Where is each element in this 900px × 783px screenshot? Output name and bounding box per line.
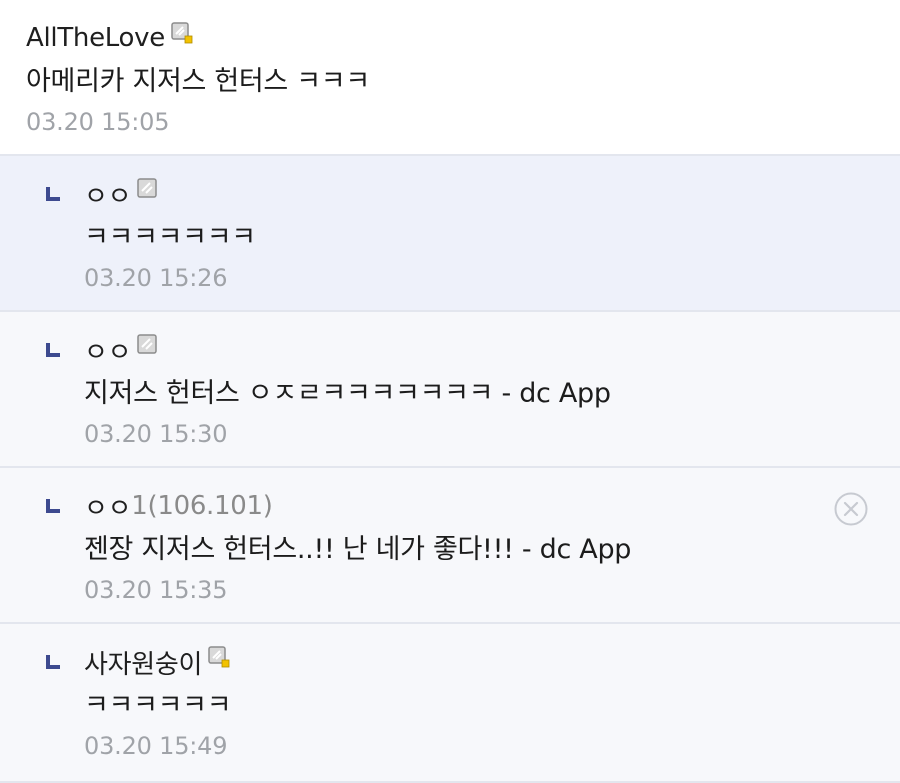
comment-author[interactable]: ㅇㅇ (84, 488, 132, 525)
comment-author-row: ㅇㅇ (84, 176, 900, 212)
reply-item: 사자원숭이 ㅋㅋㅋㅋㅋㅋ 03.20 15:49 (0, 624, 900, 783)
comment-text: ㅋㅋㅋㅋㅋㅋㅋ (84, 222, 256, 253)
comment-text: 아메리카 지저스 헌터스 ㅋㅋㅋ (26, 66, 370, 97)
comment-item: AllTheLove 아메리카 지저스 헌터스 ㅋㅋㅋ 03.20 15:05 (0, 0, 900, 156)
comment-author[interactable]: 사자원숭이 (84, 644, 202, 681)
fixed-nick-icon[interactable] (171, 22, 193, 44)
comment-time: 03.20 15:30 (84, 420, 228, 448)
comment-text: 젠장 지저스 헌터스..!! 난 네가 좋다!!! - dc App (84, 534, 632, 565)
comment-author-row: ㅇㅇ 1(106.101) (84, 488, 900, 524)
comment-text: 지저스 헌터스 ㅇㅈㄹㅋㅋㅋㅋㅋㅋㅋ - dc App (84, 378, 611, 409)
comment-author-row: ㅇㅇ (84, 332, 900, 368)
reply-arrow-icon (46, 499, 62, 513)
reply-item: ㅇㅇ ㅋㅋㅋㅋㅋㅋㅋ 03.20 15:26 (0, 156, 900, 312)
reply-arrow-icon (46, 655, 62, 669)
fixed-nick-icon[interactable] (208, 646, 230, 668)
comment-author[interactable]: ㅇㅇ (84, 332, 132, 369)
comment-author[interactable]: ㅇㅇ (84, 176, 132, 213)
comment-thread: AllTheLove 아메리카 지저스 헌터스 ㅋㅋㅋ 03.20 15:05 … (0, 0, 900, 783)
comment-time: 03.20 15:26 (84, 264, 228, 292)
reply-item: ㅇㅇ 1(106.101) 젠장 지저스 헌터스..!! 난 네가 좋다!!! … (0, 468, 900, 624)
comment-text: ㅋㅋㅋㅋㅋㅋ (84, 690, 232, 721)
comment-time: 03.20 15:05 (26, 108, 170, 136)
comment-ip: 1(106.101) (131, 491, 273, 521)
reply-arrow-icon (46, 187, 62, 201)
reply-arrow-icon (46, 343, 62, 357)
close-circle-icon[interactable] (834, 492, 868, 526)
comment-author[interactable]: AllTheLove (26, 23, 165, 53)
gallog-icon[interactable] (137, 178, 159, 200)
comment-time: 03.20 15:35 (84, 576, 228, 604)
comment-author-row: AllTheLove (26, 20, 900, 56)
comment-time: 03.20 15:49 (84, 732, 228, 760)
comment-author-row: 사자원숭이 (84, 644, 900, 680)
gallog-icon[interactable] (137, 334, 159, 356)
reply-item: ㅇㅇ 지저스 헌터스 ㅇㅈㄹㅋㅋㅋㅋㅋㅋㅋ - dc App 03.20 15:… (0, 312, 900, 468)
